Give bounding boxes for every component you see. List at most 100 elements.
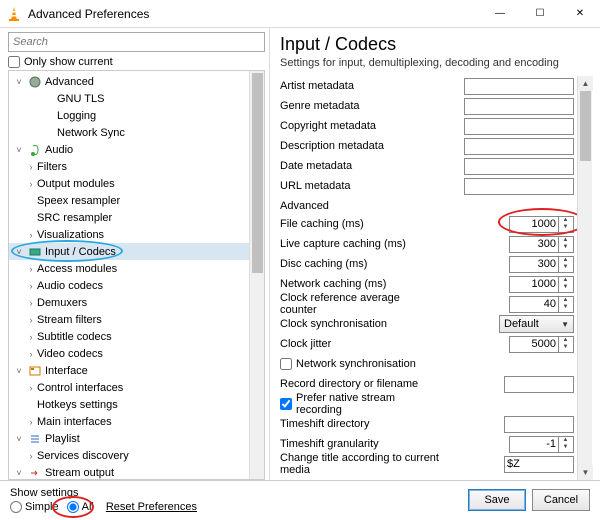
network-sync-checkbox[interactable] (280, 358, 292, 370)
tree-item-label[interactable]: Main interfaces (37, 416, 112, 428)
close-button[interactable]: ✕ (560, 0, 600, 28)
timeshift-gran-spinner[interactable]: ▲▼ (509, 436, 574, 453)
expander-icon[interactable]: › (25, 162, 37, 172)
tree-item-label[interactable]: Hotkeys settings (37, 399, 118, 411)
only-show-current-label: Only show current (24, 56, 113, 68)
url-metadata-input[interactable] (464, 178, 574, 195)
file-caching-spinner[interactable]: ▲▼ (509, 216, 574, 233)
vlc-cone-icon (6, 6, 22, 22)
prefer-native-checkbox[interactable] (280, 398, 292, 410)
preferences-tree[interactable]: ˅ Advanced GNU TLS Logging Network Sync ˅… (8, 70, 265, 480)
change-title-input[interactable] (504, 456, 574, 473)
expander-icon[interactable]: ˅ (13, 77, 25, 87)
panel-subtitle: Settings for input, demultiplexing, deco… (280, 57, 592, 69)
expander-icon[interactable]: › (25, 281, 37, 291)
expander-icon[interactable]: › (25, 332, 37, 342)
tree-item-label[interactable]: Visualizations (37, 229, 104, 241)
disc-caching-spinner[interactable]: ▲▼ (509, 256, 574, 273)
chevron-down-icon: ▼ (561, 320, 569, 329)
tree-item-label[interactable]: Advanced (45, 76, 94, 88)
artist-metadata-input[interactable] (464, 78, 574, 95)
tree-scrollbar[interactable] (249, 71, 264, 479)
tree-item-label[interactable]: Playlist (45, 433, 80, 445)
expander-icon[interactable]: › (25, 179, 37, 189)
clock-jitter-spinner[interactable]: ▲▼ (509, 336, 574, 353)
cancel-button[interactable]: Cancel (532, 489, 590, 511)
gear-icon (28, 75, 42, 89)
tree-item-label[interactable]: Access modules (37, 263, 117, 275)
search-input[interactable] (8, 32, 265, 52)
maximize-button[interactable]: ☐ (520, 0, 560, 28)
reset-preferences-link[interactable]: Reset Preferences (106, 501, 197, 513)
tree-item-label[interactable]: Audio (45, 144, 73, 156)
date-metadata-input[interactable] (464, 158, 574, 175)
audio-icon (28, 143, 42, 157)
expander-icon[interactable]: ˅ (13, 247, 25, 257)
setting-label: Record directory or filename (280, 378, 438, 390)
expander-icon[interactable]: ˅ (13, 145, 25, 155)
timeshift-dir-input[interactable] (504, 416, 574, 433)
panel-title: Input / Codecs (280, 34, 592, 55)
record-dir-input[interactable] (504, 376, 574, 393)
live-capture-caching-spinner[interactable]: ▲▼ (509, 236, 574, 253)
network-caching-spinner[interactable]: ▲▼ (509, 276, 574, 293)
scroll-down-icon[interactable]: ▼ (578, 465, 593, 480)
setting-label: Disc caching (ms) (280, 258, 438, 270)
expander-icon[interactable]: ˅ (13, 366, 25, 376)
clock-ref-avg-spinner[interactable]: ▲▼ (509, 296, 574, 313)
tree-item-label[interactable]: Audio codecs (37, 280, 103, 292)
tree-item-label[interactable]: Control interfaces (37, 382, 123, 394)
tree-item-label[interactable]: Stream output (45, 467, 114, 479)
tree-item-label[interactable]: Video codecs (37, 348, 103, 360)
expander-icon[interactable]: ˅ (13, 434, 25, 444)
setting-label: Clock jitter (280, 338, 438, 350)
setting-label: Clock synchronisation (280, 318, 438, 330)
setting-label: Genre metadata (280, 100, 438, 112)
expander-icon[interactable]: ˅ (13, 468, 25, 478)
tree-item-input-codecs[interactable]: Input / Codecs (45, 246, 116, 258)
expander-icon[interactable]: › (25, 451, 37, 461)
tree-item-label[interactable]: Stream filters (37, 314, 102, 326)
setting-label: Prefer native stream recording (296, 392, 438, 416)
setting-label: Network caching (ms) (280, 278, 438, 290)
tree-item-label[interactable]: Subtitle codecs (37, 331, 112, 343)
tree-item-label[interactable]: SRC resampler (37, 212, 112, 224)
show-settings-label: Show settings (10, 487, 197, 499)
setting-label: Date metadata (280, 160, 438, 172)
only-show-current-checkbox[interactable] (8, 56, 20, 68)
tree-item-label[interactable]: Filters (37, 161, 67, 173)
tree-item-label[interactable]: GNU TLS (57, 93, 104, 105)
minimize-button[interactable]: — (480, 0, 520, 28)
tree-item-label[interactable]: Interface (45, 365, 88, 377)
setting-label: Network synchronisation (296, 358, 416, 370)
expander-icon[interactable]: › (25, 315, 37, 325)
tree-item-label[interactable]: Output modules (37, 178, 115, 190)
tree-item-label[interactable]: Demuxers (37, 297, 87, 309)
setting-label: URL metadata (280, 180, 438, 192)
expander-icon[interactable]: › (25, 383, 37, 393)
tree-item-label[interactable]: Speex resampler (37, 195, 120, 207)
description-metadata-input[interactable] (464, 138, 574, 155)
expander-icon[interactable]: › (25, 349, 37, 359)
settings-scrollbar[interactable]: ▲ ▼ (577, 76, 592, 480)
codec-icon (28, 245, 42, 259)
copyright-metadata-input[interactable] (464, 118, 574, 135)
setting-label: Copyright metadata (280, 120, 438, 132)
simple-radio[interactable] (10, 501, 22, 513)
tree-item-label[interactable]: Services discovery (37, 450, 129, 462)
save-button[interactable]: Save (468, 489, 526, 511)
expander-icon[interactable]: › (25, 264, 37, 274)
genre-metadata-input[interactable] (464, 98, 574, 115)
setting-label: Live capture caching (ms) (280, 238, 438, 250)
setting-label: Artist metadata (280, 80, 438, 92)
scroll-up-icon[interactable]: ▲ (578, 76, 593, 91)
expander-icon[interactable]: › (25, 417, 37, 427)
all-radio[interactable] (67, 501, 79, 513)
expander-icon[interactable]: › (25, 230, 37, 240)
expander-icon[interactable]: › (25, 298, 37, 308)
clock-sync-select[interactable]: Default▼ (499, 315, 574, 333)
playlist-icon (28, 432, 42, 446)
tree-item-label[interactable]: Logging (57, 110, 96, 122)
setting-label: Timeshift granularity (280, 438, 438, 450)
tree-item-label[interactable]: Network Sync (57, 127, 125, 139)
